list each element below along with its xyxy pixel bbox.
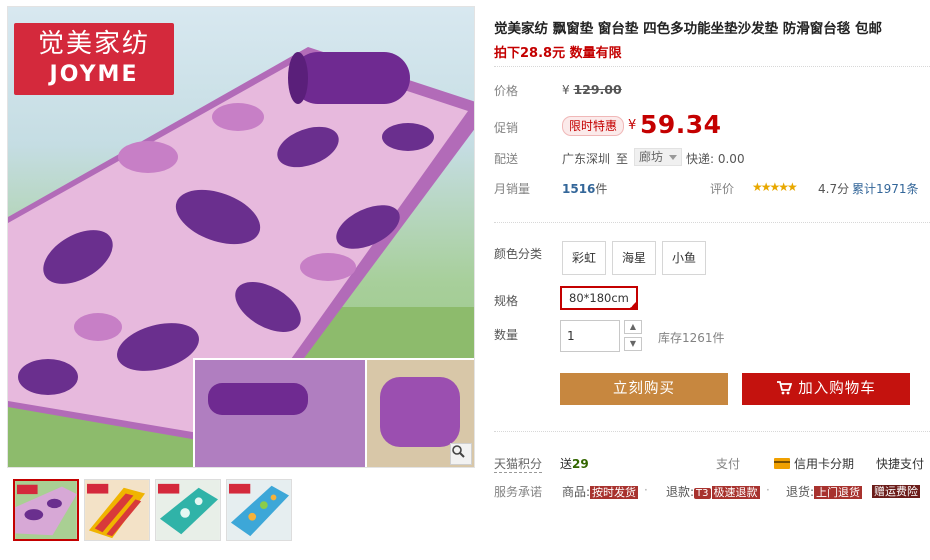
service-goods-tag: 按时发货 — [590, 486, 639, 499]
tmall-points-prefix: 送 — [560, 457, 573, 471]
monthly-sales-label: 月销量 — [494, 182, 531, 196]
product-title: 觉美家纺 飘窗垫 窗台垫 四色多功能坐垫沙发垫 防滑窗台毯 包邮 — [494, 21, 882, 37]
shipping-label: 配送 — [494, 152, 519, 166]
stock-count: 库存1261件 — [658, 331, 725, 345]
thumbnail-purple-image — [15, 481, 77, 539]
quick-pay-link[interactable]: 快捷支付 — [876, 455, 924, 472]
brand-logo-en: JOYME — [49, 62, 139, 87]
service-refund-tag: 极速退款 — [711, 486, 760, 499]
divider — [494, 431, 930, 432]
rating-label: 评价 — [710, 182, 735, 196]
service-promise-label: 服务承诺 — [494, 485, 543, 499]
checkmark-icon: ✓ — [629, 301, 636, 310]
chevron-down-icon: ▼ — [629, 339, 637, 348]
tmall-points-label[interactable]: 天猫积分 — [494, 455, 543, 473]
add-to-cart-label: 加入购物车 — [798, 381, 876, 397]
monthly-sales-unit: 件 — [595, 182, 608, 196]
color-label: 颜色分类 — [494, 247, 543, 261]
brand-logo: 觉美家纺 JOYME — [14, 23, 174, 95]
credit-installment-link[interactable]: 信用卡分期 — [774, 455, 854, 472]
tmall-points-value: 29 — [572, 457, 589, 471]
shopping-cart-icon — [777, 381, 793, 395]
magnifier-icon — [452, 445, 465, 458]
thumbnail-rainbow-image — [85, 480, 149, 540]
thumbnail-rainbow[interactable] — [84, 479, 150, 541]
rating-score: 4.7分 — [818, 182, 850, 196]
service-return[interactable]: 退货: 上门退货 — [786, 483, 863, 500]
size-option-selected[interactable]: 80*180cm ✓ — [560, 286, 638, 310]
original-price-value: 129.00 — [573, 82, 622, 97]
original-price-currency: ¥ — [562, 83, 570, 97]
service-refund-label: 退款: — [666, 485, 695, 499]
service-shipping-insurance[interactable]: 赠运费险 — [872, 483, 920, 499]
main-product-image[interactable]: 觉美家纺 JOYME — [7, 6, 475, 468]
service-insurance-tag: 赠运费险 — [872, 485, 920, 498]
color-option-fish[interactable]: 小鱼 — [662, 241, 707, 275]
monthly-sales: 1516件 — [562, 180, 607, 197]
quantity-increase-button[interactable]: ▲ — [624, 320, 642, 334]
thumbnail-fish-image — [227, 480, 291, 540]
service-goods-label: 商品: — [562, 485, 591, 499]
shipping-fee: 快递: 0.00 — [686, 152, 745, 166]
rating-stars-icon: ★★★★★ — [752, 180, 798, 194]
payment-label: 支付 — [716, 457, 741, 471]
ship-from: 广东深圳 — [562, 152, 611, 166]
ship-to-word: 至 — [616, 152, 629, 166]
sale-price-currency: ¥ — [628, 118, 637, 133]
destination-city-value: 廊坊 — [639, 150, 664, 164]
chevron-up-icon: ▲ — [629, 322, 637, 331]
credit-installment-label: 信用卡分期 — [794, 457, 855, 471]
thumbnail-strip — [13, 479, 297, 541]
chevron-down-icon — [669, 155, 678, 160]
add-to-cart-button[interactable]: 加入购物车 — [742, 373, 910, 405]
color-options: 彩虹 海星 小鱼 — [562, 241, 712, 275]
review-count-link[interactable]: 累计1971条 — [852, 180, 919, 197]
thumbnail-purple[interactable] — [13, 479, 79, 541]
color-option-rainbow[interactable]: 彩虹 — [562, 241, 607, 275]
divider — [494, 222, 930, 223]
color-option-starfish[interactable]: 海星 — [612, 241, 657, 275]
product-subtitle: 拍下28.8元 数量有限 — [494, 46, 622, 61]
quantity-decrease-button[interactable]: ▼ — [624, 337, 642, 351]
service-return-tag: 上门退货 — [814, 486, 863, 499]
service-return-label: 退货: — [786, 485, 815, 499]
zoom-button[interactable] — [450, 443, 472, 465]
thumbnail-fish[interactable] — [226, 479, 292, 541]
size-label: 规格 — [494, 294, 519, 308]
credit-card-icon — [774, 458, 790, 469]
separator-dot: · — [766, 483, 770, 497]
tmall-points: 送29 — [560, 455, 589, 472]
sale-price: 59.34 — [640, 110, 722, 139]
buy-now-button[interactable]: 立刻购买 — [560, 373, 728, 405]
service-goods[interactable]: 商品: 按时发货 — [562, 483, 639, 500]
thumbnail-starfish[interactable] — [155, 479, 221, 541]
original-price: ¥ 129.00 — [562, 82, 622, 97]
quantity-input[interactable] — [560, 320, 620, 352]
separator-dot: · — [644, 483, 648, 497]
divider — [494, 66, 930, 67]
thumbnail-starfish-image — [156, 480, 220, 540]
size-option-value: 80*180cm — [569, 291, 629, 305]
destination-city-select[interactable]: 廊坊 — [634, 148, 683, 166]
promo-label: 促销 — [494, 121, 519, 135]
price-label: 价格 — [494, 84, 519, 98]
service-refund[interactable]: 退款: T3 极速退款 — [666, 483, 760, 500]
brand-logo-cn: 觉美家纺 — [37, 29, 150, 59]
promo-badge: 限时特惠 — [562, 116, 625, 136]
quantity-label: 数量 — [494, 328, 519, 342]
monthly-sales-count: 1516 — [562, 182, 596, 196]
t3-icon: T3 — [694, 488, 711, 499]
